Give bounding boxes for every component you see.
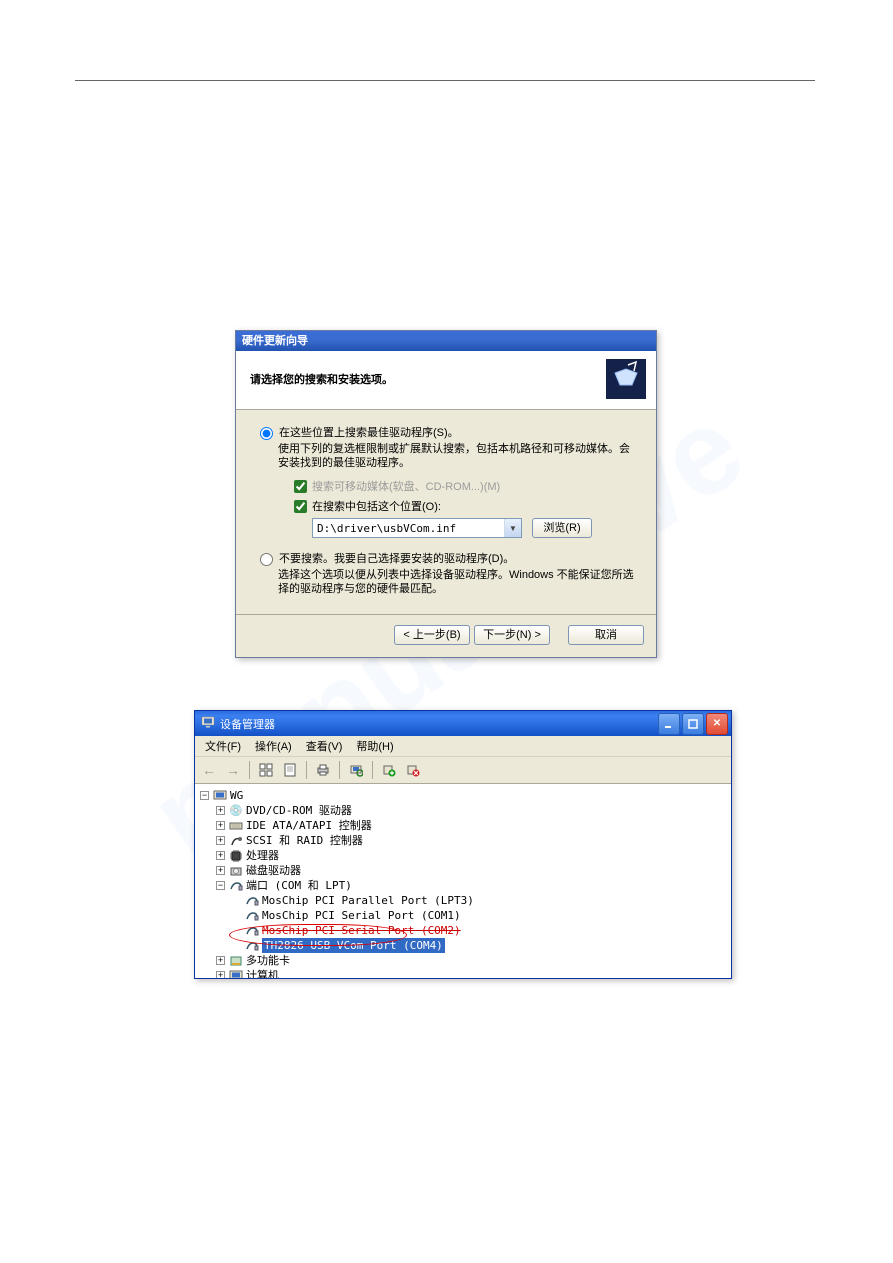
checkbox-removable-media-label: 搜索可移动媒体(软盘、CD-ROM...)(M) (312, 478, 500, 494)
menu-view[interactable]: 查看(V) (300, 737, 349, 755)
toolbar-separator (306, 761, 307, 779)
toolbar-separator (372, 761, 373, 779)
update-driver-icon[interactable] (379, 760, 399, 780)
node-port-com1[interactable]: MosChip PCI Serial Port (COM1) (262, 908, 461, 923)
multifunction-card-icon (229, 954, 243, 968)
node-scsi[interactable]: SCSI 和 RAID 控制器 (246, 833, 363, 848)
wizard-body: 在这些位置上搜索最佳驱动程序(S)。 使用下列的复选框限制或扩展默认搜索，包括本… (236, 410, 656, 614)
cancel-button[interactable]: 取消 (568, 625, 644, 645)
radio-dont-search-desc: 选择这个选项以便从列表中选择设备驱动程序。Windows 不能保证您所选择的驱动… (278, 568, 636, 596)
node-multifunction[interactable]: 多功能卡 (246, 953, 290, 968)
expand-icon[interactable]: − (216, 881, 225, 890)
wizard-title: 硬件更新向导 (242, 335, 308, 347)
node-ide[interactable]: IDE ATA/ATAPI 控制器 (246, 818, 372, 833)
radio-search-auto-label: 在这些位置上搜索最佳驱动程序(S)。 (279, 426, 459, 440)
wizard-header: 请选择您的搜索和安装选项。 (236, 351, 656, 410)
wizard-header-icon (606, 359, 646, 399)
node-port-com2[interactable]: MosChip PCI Serial Port (COM2) (262, 923, 461, 938)
device-manager-window: 设备管理器 ✕ 文件(F) 操作(A) 查看(V) 帮助(H) ← → (194, 710, 732, 979)
node-port-lpt3[interactable]: MosChip PCI Parallel Port (LPT3) (262, 893, 474, 908)
node-disk[interactable]: 磁盘驱动器 (246, 863, 301, 878)
tree-view-icon[interactable] (256, 760, 276, 780)
scsi-controller-icon (229, 834, 243, 848)
processor-icon (229, 849, 243, 863)
toolbar-separator (249, 761, 250, 779)
browse-button[interactable]: 浏览(R) (532, 518, 592, 538)
next-button[interactable]: 下一步(N) > (474, 625, 550, 645)
devmgr-toolbar: ← → (195, 757, 731, 784)
minimize-button[interactable] (658, 713, 680, 735)
expand-icon[interactable]: − (200, 791, 209, 800)
computer-icon (229, 969, 243, 979)
expand-icon[interactable]: + (216, 851, 225, 860)
port-icon (245, 909, 259, 923)
properties-icon[interactable] (280, 760, 300, 780)
scan-hardware-icon[interactable] (346, 760, 366, 780)
devmgr-menubar: 文件(F) 操作(A) 查看(V) 帮助(H) (195, 736, 731, 757)
device-tree[interactable]: − WG + 💿 DVD/CD-ROM 驱动器 + (195, 784, 731, 978)
back-button[interactable]: < 上一步(B) (394, 625, 470, 645)
wizard-footer: < 上一步(B) 下一步(N) > 取消 (236, 614, 656, 657)
page-divider (75, 80, 815, 81)
print-icon[interactable] (313, 760, 333, 780)
checkbox-include-location-label: 在搜索中包括这个位置(O): (312, 498, 441, 514)
node-dvd[interactable]: DVD/CD-ROM 驱动器 (246, 803, 352, 818)
expand-icon[interactable]: + (216, 971, 225, 978)
radio-search-auto[interactable] (260, 427, 273, 440)
devmgr-app-icon (201, 715, 215, 732)
expand-icon[interactable]: + (216, 956, 225, 965)
node-ports[interactable]: 端口 (COM 和 LPT) (246, 878, 352, 893)
dvd-drive-icon: 💿 (229, 804, 243, 818)
port-icon (245, 894, 259, 908)
uninstall-icon[interactable] (403, 760, 423, 780)
expand-icon[interactable]: + (216, 806, 225, 815)
checkbox-removable-media[interactable] (294, 480, 307, 493)
wizard-titlebar: 硬件更新向导 (236, 331, 656, 351)
computer-icon (213, 789, 227, 803)
ports-icon (229, 879, 243, 893)
maximize-button[interactable] (682, 713, 704, 735)
radio-dont-search[interactable] (260, 553, 273, 566)
node-cpu[interactable]: 处理器 (246, 848, 279, 863)
close-button[interactable]: ✕ (706, 713, 728, 735)
radio-dont-search-label: 不要搜索。我要自己选择要安装的驱动程序(D)。 (279, 552, 514, 566)
driver-path-combobox[interactable]: ▼ (312, 518, 522, 538)
disk-drive-icon (229, 864, 243, 878)
port-icon (245, 939, 259, 953)
toolbar-separator (339, 761, 340, 779)
expand-icon[interactable]: + (216, 821, 225, 830)
port-icon (245, 924, 259, 938)
hardware-update-wizard-window: 硬件更新向导 请选择您的搜索和安装选项。 在这些位置上搜索最佳驱动程序(S)。 … (235, 330, 657, 658)
wizard-heading: 请选择您的搜索和安装选项。 (250, 371, 393, 387)
devmgr-title: 设备管理器 (220, 716, 275, 732)
devmgr-titlebar: 设备管理器 ✕ (195, 711, 731, 736)
node-root[interactable]: WG (230, 788, 243, 803)
ide-controller-icon (229, 819, 243, 833)
node-port-vcom-selected[interactable]: TH2826 USB VCom Port (COM4) (262, 938, 445, 953)
expand-icon[interactable]: + (216, 836, 225, 845)
driver-path-input[interactable] (313, 519, 504, 537)
checkbox-include-location[interactable] (294, 500, 307, 513)
forward-arrow-icon: → (223, 760, 243, 780)
menu-file[interactable]: 文件(F) (199, 737, 247, 755)
menu-action[interactable]: 操作(A) (249, 737, 298, 755)
expand-icon[interactable]: + (216, 866, 225, 875)
node-computer[interactable]: 计算机 (246, 968, 279, 978)
radio-search-auto-desc: 使用下列的复选框限制或扩展默认搜索，包括本机路径和可移动媒体。会安装找到的最佳驱… (278, 442, 636, 470)
back-arrow-icon: ← (199, 760, 219, 780)
menu-help[interactable]: 帮助(H) (350, 737, 399, 755)
combobox-dropdown-icon[interactable]: ▼ (504, 519, 521, 537)
